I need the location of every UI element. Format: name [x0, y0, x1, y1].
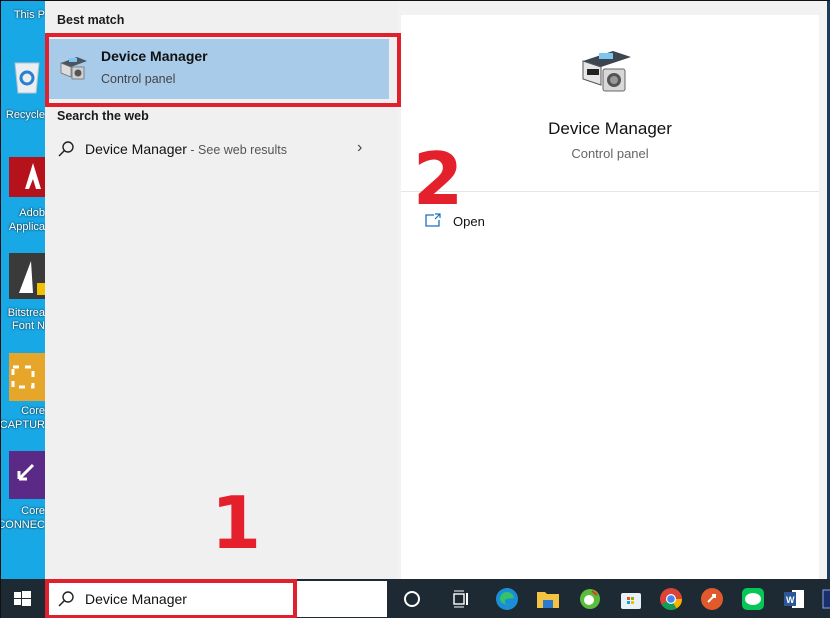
preview-subtitle: Control panel — [571, 146, 649, 161]
start-button[interactable] — [1, 579, 45, 618]
results-pane: Best match Device Manager Control panel … — [45, 1, 401, 579]
corel-connect-icon — [9, 451, 45, 499]
svg-text:W: W — [786, 595, 795, 605]
best-match-header: Best match — [57, 13, 125, 27]
edge-icon[interactable] — [493, 585, 521, 613]
desktop-icon-label: CAPTUR — [1, 419, 45, 431]
highlight-box-best-match — [45, 33, 401, 107]
device-manager-large-icon — [582, 51, 631, 92]
taskbar: Device Manager W — [1, 579, 830, 618]
start-search-panel: Best match Device Manager Control panel … — [45, 1, 830, 579]
web-result-text: Device Manager - See web results — [85, 141, 287, 157]
remote-desktop-icon[interactable] — [698, 585, 726, 613]
desktop-icon-adobe[interactable]: Adob Applica — [1, 157, 45, 237]
adobe-icon — [9, 157, 45, 197]
coccoc-icon[interactable] — [576, 585, 604, 613]
web-search-result[interactable]: Device Manager - See web results › — [45, 133, 397, 167]
desktop-icon-label: Core — [21, 405, 45, 417]
desktop-icon-label: Applica — [8, 221, 45, 233]
desktop-icon-label: Font N — [11, 320, 45, 332]
desktop-icon-label: Recycle — [5, 109, 45, 121]
cortana-icon[interactable] — [398, 585, 426, 613]
screen: This P Recycle Adob Applica Bitstrea Fon… — [0, 0, 830, 618]
search-icon — [58, 141, 74, 157]
chevron-right-icon[interactable]: › — [357, 139, 362, 157]
step-2-annotation: 2 — [413, 137, 464, 221]
desktop-icon-recycle-bin[interactable]: Recycle — [1, 55, 45, 125]
windows-icon — [14, 591, 31, 606]
web-result-title: Device Manager — [85, 141, 187, 157]
highlight-box-search — [45, 579, 297, 618]
microsoft-store-icon[interactable] — [617, 585, 645, 613]
recycle-bin-icon — [14, 62, 40, 94]
desktop-icon-corel-connect[interactable]: Core CONNEC — [1, 451, 45, 531]
preview-title: Device Manager — [548, 119, 672, 138]
word-icon[interactable]: W — [780, 585, 808, 613]
desktop-icon-this-pc[interactable]: This P — [1, 9, 45, 22]
file-explorer-icon[interactable] — [534, 585, 562, 613]
corel-capture-icon — [9, 353, 45, 401]
chrome-icon[interactable] — [657, 585, 685, 613]
desktop-icon-label: Adob — [19, 207, 45, 219]
desktop-icon-label: Core — [21, 505, 45, 517]
app-icon[interactable] — [819, 585, 830, 613]
line-icon[interactable] — [739, 585, 767, 613]
step-1-annotation: 1 — [211, 481, 262, 565]
web-result-separator: - — [186, 143, 199, 157]
task-view-icon[interactable] — [447, 585, 475, 613]
desktop: This P Recycle Adob Applica Bitstrea Fon… — [1, 1, 45, 579]
desktop-icon-bitstream[interactable]: Bitstrea Font N — [1, 253, 45, 333]
web-result-suffix: See web results — [198, 143, 287, 157]
desktop-icon-corel-capture[interactable]: Core CAPTUR — [1, 353, 45, 433]
divider — [401, 191, 819, 192]
bitstream-icon — [9, 253, 45, 299]
preview-pane: Device Manager Control panel Open — [401, 15, 819, 579]
desktop-icon-label: Bitstrea — [7, 307, 45, 319]
search-web-header: Search the web — [57, 109, 149, 123]
desktop-icon-label: This P — [13, 9, 45, 21]
desktop-icon-label: CONNEC — [1, 519, 45, 531]
